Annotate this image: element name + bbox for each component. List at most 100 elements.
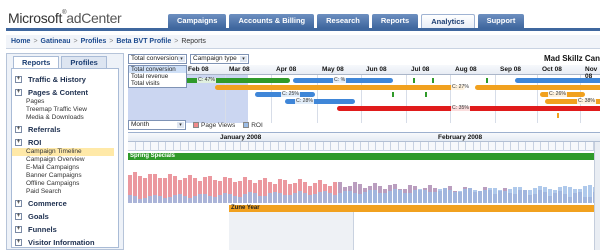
section-referrals[interactable]: + Referrals: [12, 124, 118, 135]
calendar-month-february: February 2008: [438, 134, 483, 141]
section-goals[interactable]: + Goals: [12, 211, 118, 222]
timeline-month: Apr 08: [276, 66, 297, 73]
vertical-scrollbar[interactable]: [594, 142, 600, 250]
expand-icon[interactable]: +: [15, 226, 22, 233]
calendar-day-divider: [277, 142, 279, 151]
roi-bar: [153, 194, 157, 203]
calendar-day-divider: [352, 142, 354, 151]
calendar-day-divider: [180, 142, 181, 151]
expand-icon[interactable]: +: [15, 213, 22, 220]
tab-accounts-billing[interactable]: Accounts & Billing: [229, 14, 315, 28]
roi-bar: [468, 187, 472, 203]
microsoft-adcenter-logo[interactable]: Microsoft®adCenter: [8, 10, 122, 26]
sidebar-tab-reports[interactable]: Reports: [13, 56, 60, 68]
report-item-banner-campaigns[interactable]: Banner Campaigns: [12, 172, 118, 180]
expand-icon[interactable]: +: [15, 89, 22, 96]
chevron-down-icon[interactable]: ▾: [177, 122, 184, 128]
calendar-day-divider: [165, 142, 166, 151]
campaign-marker[interactable]: [486, 78, 488, 83]
legend-label-page-views: Page Views: [201, 121, 236, 129]
campaign-marker[interactable]: [392, 92, 394, 97]
report-item-campaign-overview[interactable]: Campaign Overview: [12, 156, 118, 164]
roi-bar: [168, 197, 172, 203]
report-item-treemap-traffic-view[interactable]: Treemap Traffic View: [12, 106, 118, 114]
expand-icon[interactable]: +: [15, 200, 22, 207]
report-item-pages[interactable]: Pages: [12, 98, 118, 106]
campaign-zune-year[interactable]: Zune Year: [229, 205, 600, 212]
report-item-offline-campaigns[interactable]: Offline Campaigns: [12, 180, 118, 188]
campaign-type-select[interactable]: Campaign type ▾: [190, 54, 249, 64]
roi-bar: [383, 193, 387, 203]
chevron-down-icon[interactable]: ▾: [240, 56, 247, 62]
calendar-day-divider: [292, 142, 294, 151]
chevron-down-icon[interactable]: ▾: [178, 56, 185, 62]
roi-bar: [333, 194, 337, 203]
tab-research[interactable]: Research: [317, 14, 369, 28]
roi-bar: [398, 190, 402, 203]
section-commerce[interactable]: + Commerce: [12, 198, 118, 209]
roi-bar: [253, 193, 257, 203]
section-pages-content[interactable]: + Pages & Content: [12, 87, 118, 98]
logo-brand: Microsoft: [8, 10, 63, 26]
section-traffic-history[interactable]: + Traffic & History: [12, 74, 118, 85]
timeline-gridline: [450, 75, 451, 123]
expand-icon[interactable]: +: [15, 126, 22, 133]
campaign-bar-label: C: 35%: [451, 105, 471, 111]
expand-icon[interactable]: +: [15, 139, 22, 146]
roi-bar: [328, 193, 332, 203]
tab-analytics[interactable]: Analytics: [421, 14, 475, 28]
campaign-bar[interactable]: [475, 85, 600, 90]
metric-select[interactable]: Total conversion ▾: [128, 54, 187, 64]
campaign-marker[interactable]: [425, 92, 427, 97]
metric-option-total-visits[interactable]: Total visits: [129, 80, 186, 87]
calendar-day-divider: [585, 142, 586, 151]
section-visitor-information[interactable]: + Visitor Information: [12, 237, 118, 247]
roi-bar: [483, 190, 487, 203]
roi-bar: [473, 189, 477, 203]
breadcrumb-gatineau[interactable]: Gatineau: [41, 38, 71, 45]
timeline-month: Oct 08: [542, 66, 562, 73]
tab-reports[interactable]: Reports: [371, 14, 419, 28]
legend-swatch-page-views[interactable]: [193, 122, 199, 128]
sidebar-tab-profiles[interactable]: Profiles: [61, 56, 107, 68]
calendar-day-divider: [375, 142, 376, 151]
report-item-email-campaigns[interactable]: E-Mail Campaigns: [12, 164, 118, 172]
timeline-month: Aug 08: [455, 66, 477, 73]
campaign-bar[interactable]: [215, 85, 465, 90]
report-item-paid-search[interactable]: Paid Search: [12, 188, 118, 196]
breadcrumb-home[interactable]: Home: [11, 38, 30, 45]
calendar-day-divider: [172, 142, 174, 151]
section-funnels[interactable]: + Funnels: [12, 224, 118, 235]
campaign-bar[interactable]: [515, 78, 600, 83]
roi-bar: [403, 192, 407, 203]
granularity-select[interactable]: Month ▾: [128, 120, 186, 130]
breadcrumb-profiles[interactable]: Profiles: [81, 38, 107, 45]
report-item-campaign-timeline[interactable]: Campaign Timeline: [12, 148, 114, 156]
tab-support[interactable]: Support: [477, 14, 525, 28]
report-item-media-downloads[interactable]: Media & Downloads: [12, 114, 118, 122]
roi-bar: [558, 187, 562, 203]
breadcrumb-separator: >: [33, 38, 38, 45]
roi-bar: [198, 193, 202, 203]
expand-icon[interactable]: +: [15, 239, 22, 246]
section-label: ROI: [28, 138, 42, 147]
metric-option-total-conversion[interactable]: Total conversion: [129, 66, 186, 73]
campaign-marker[interactable]: [413, 78, 415, 83]
breadcrumb-beta-bvt-profile[interactable]: Beta BVT Profile: [116, 38, 171, 45]
calendar-day-divider: [427, 142, 429, 151]
section-roi[interactable]: + ROI: [12, 137, 118, 148]
campaign-spring-specials[interactable]: Spring Specials: [128, 153, 600, 160]
legend-swatch-roi[interactable]: [243, 122, 250, 128]
calendar-day-divider: [412, 142, 414, 151]
campaign-marker[interactable]: [432, 78, 434, 83]
expand-icon[interactable]: +: [15, 76, 22, 83]
tab-campaigns[interactable]: Campaigns: [168, 14, 227, 28]
campaign-bar[interactable]: [175, 78, 290, 83]
calendar-day-divider: [502, 142, 504, 151]
roi-bar: [538, 186, 542, 203]
metric-option-total-revenue[interactable]: Total revenue: [129, 73, 186, 80]
campaign-marker[interactable]: [557, 113, 559, 118]
calendar-day-divider: [345, 142, 346, 151]
calendar-day-divider: [225, 142, 226, 151]
calendar-day-divider: [255, 142, 256, 151]
